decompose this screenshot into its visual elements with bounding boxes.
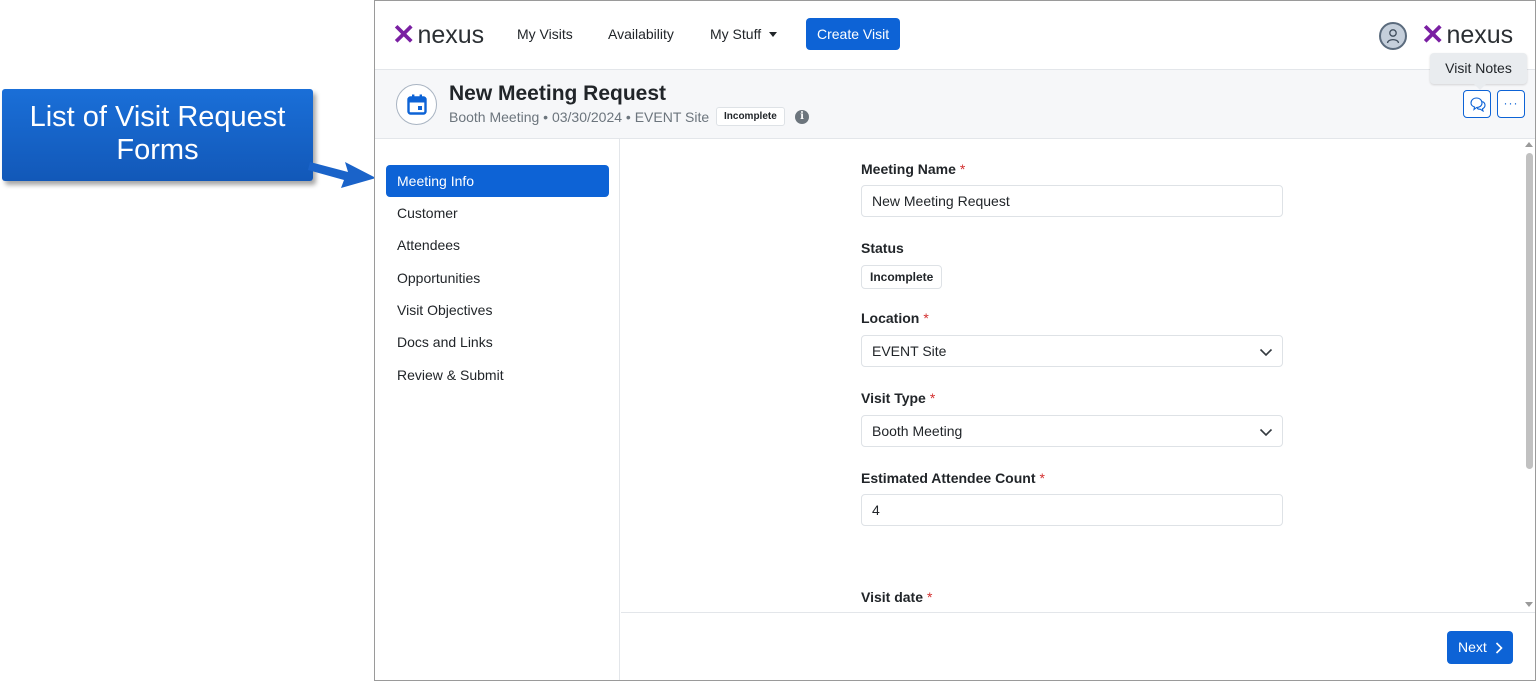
top-navbar: ✕ nexus My Visits Availability My Stuff … xyxy=(375,1,1535,70)
visit-type-selected-value: Booth Meeting xyxy=(872,423,963,439)
brand-x-icon: ✕ xyxy=(1421,19,1444,50)
chevron-right-icon xyxy=(1495,642,1503,654)
required-marker: * xyxy=(923,310,929,326)
next-button[interactable]: Next xyxy=(1447,631,1513,664)
brand-name: nexus xyxy=(417,21,485,49)
callout-arrow-icon xyxy=(308,162,376,188)
scrollbar-thumb[interactable] xyxy=(1526,153,1533,469)
attendee-count-input[interactable]: 4 xyxy=(861,494,1283,526)
form-footer: Next xyxy=(621,612,1535,680)
visit-type-label: Visit Type * xyxy=(861,390,935,406)
scroll-down-arrow-icon[interactable] xyxy=(1525,602,1533,607)
next-button-label: Next xyxy=(1458,639,1487,655)
sidebar-item-opportunities[interactable]: Opportunities xyxy=(386,262,609,294)
required-marker: * xyxy=(959,161,966,177)
sidebar-item-review-submit[interactable]: Review & Submit xyxy=(386,359,609,391)
create-visit-button[interactable]: Create Visit xyxy=(806,18,901,50)
scroll-up-arrow-icon[interactable] xyxy=(1525,142,1533,147)
location-select[interactable]: EVENT Site xyxy=(861,335,1283,367)
status-label: Status xyxy=(861,240,904,256)
meeting-name-input[interactable]: New Meeting Request xyxy=(861,185,1283,217)
info-icon[interactable]: i xyxy=(795,110,809,124)
visit-date-label: Visit date * xyxy=(861,589,932,605)
status-badge: Incomplete xyxy=(716,107,785,126)
sidebar-item-meeting-info[interactable]: Meeting Info xyxy=(386,165,609,197)
brand-x-icon: ✕ xyxy=(392,19,415,50)
attendee-count-label: Estimated Attendee Count * xyxy=(861,470,1045,486)
sidebar-item-docs-and-links[interactable]: Docs and Links xyxy=(386,326,609,358)
nav-my-stuff-label: My Stuff xyxy=(710,26,762,42)
location-label: Location * xyxy=(861,310,929,326)
meeting-name-label-text: Meeting Name xyxy=(861,161,956,177)
chevron-down-icon xyxy=(1259,428,1273,437)
visit-notes-button[interactable] xyxy=(1463,90,1491,118)
caret-down-icon xyxy=(769,32,778,37)
visit-header: New Meeting Request Booth Meeting • 03/3… xyxy=(375,70,1535,139)
sidebar-item-attendees[interactable]: Attendees xyxy=(386,229,609,261)
required-marker: * xyxy=(927,589,933,605)
brand-logo-right: ✕ nexus xyxy=(1421,20,1513,50)
nav-my-visits[interactable]: My Visits xyxy=(517,26,573,42)
visit-type-label-text: Visit Type xyxy=(861,390,926,406)
page-title: New Meeting Request xyxy=(449,82,667,105)
visit-notes-tooltip: Visit Notes xyxy=(1430,53,1527,90)
visit-date-label-text: Visit date xyxy=(861,589,923,605)
location-label-text: Location xyxy=(861,310,920,326)
required-marker: * xyxy=(929,390,936,406)
meeting-info-form: Meeting Name * New Meeting Request Status… xyxy=(621,139,1535,613)
attendee-count-label-text: Estimated Attendee Count xyxy=(861,470,1036,486)
brand-name: nexus xyxy=(1446,21,1514,49)
sidebar-item-customer[interactable]: Customer xyxy=(386,197,609,229)
calendar-badge xyxy=(396,84,437,125)
required-marker: * xyxy=(1039,470,1045,486)
nav-availability[interactable]: Availability xyxy=(608,26,674,42)
more-dots-icon: ··· xyxy=(1503,96,1519,110)
chevron-down-icon xyxy=(1259,348,1273,357)
annotation-callout: List of Visit Request Forms xyxy=(2,89,313,181)
brand-logo-left[interactable]: ✕ nexus xyxy=(392,20,484,50)
avatar[interactable] xyxy=(1379,22,1407,50)
chat-bubbles-icon xyxy=(1470,97,1486,112)
nav-my-stuff[interactable]: My Stuff xyxy=(710,26,778,42)
more-options-button[interactable]: ··· xyxy=(1497,90,1525,118)
form-sections-sidebar: Meeting Info Customer Attendees Opportun… xyxy=(375,139,620,680)
location-selected-value: EVENT Site xyxy=(872,343,947,359)
annotation-callout-text: List of Visit Request Forms xyxy=(29,101,286,166)
visit-type-select[interactable]: Booth Meeting xyxy=(861,415,1283,447)
meeting-name-label: Meeting Name * xyxy=(861,161,965,177)
user-icon xyxy=(1386,29,1400,44)
visit-summary: Booth Meeting • 03/30/2024 • EVENT Site xyxy=(449,109,710,125)
sidebar-item-visit-objectives[interactable]: Visit Objectives xyxy=(386,294,609,326)
calendar-icon xyxy=(407,94,427,115)
app-window: ✕ nexus My Visits Availability My Stuff … xyxy=(374,0,1536,681)
status-value-badge: Incomplete xyxy=(861,265,943,289)
